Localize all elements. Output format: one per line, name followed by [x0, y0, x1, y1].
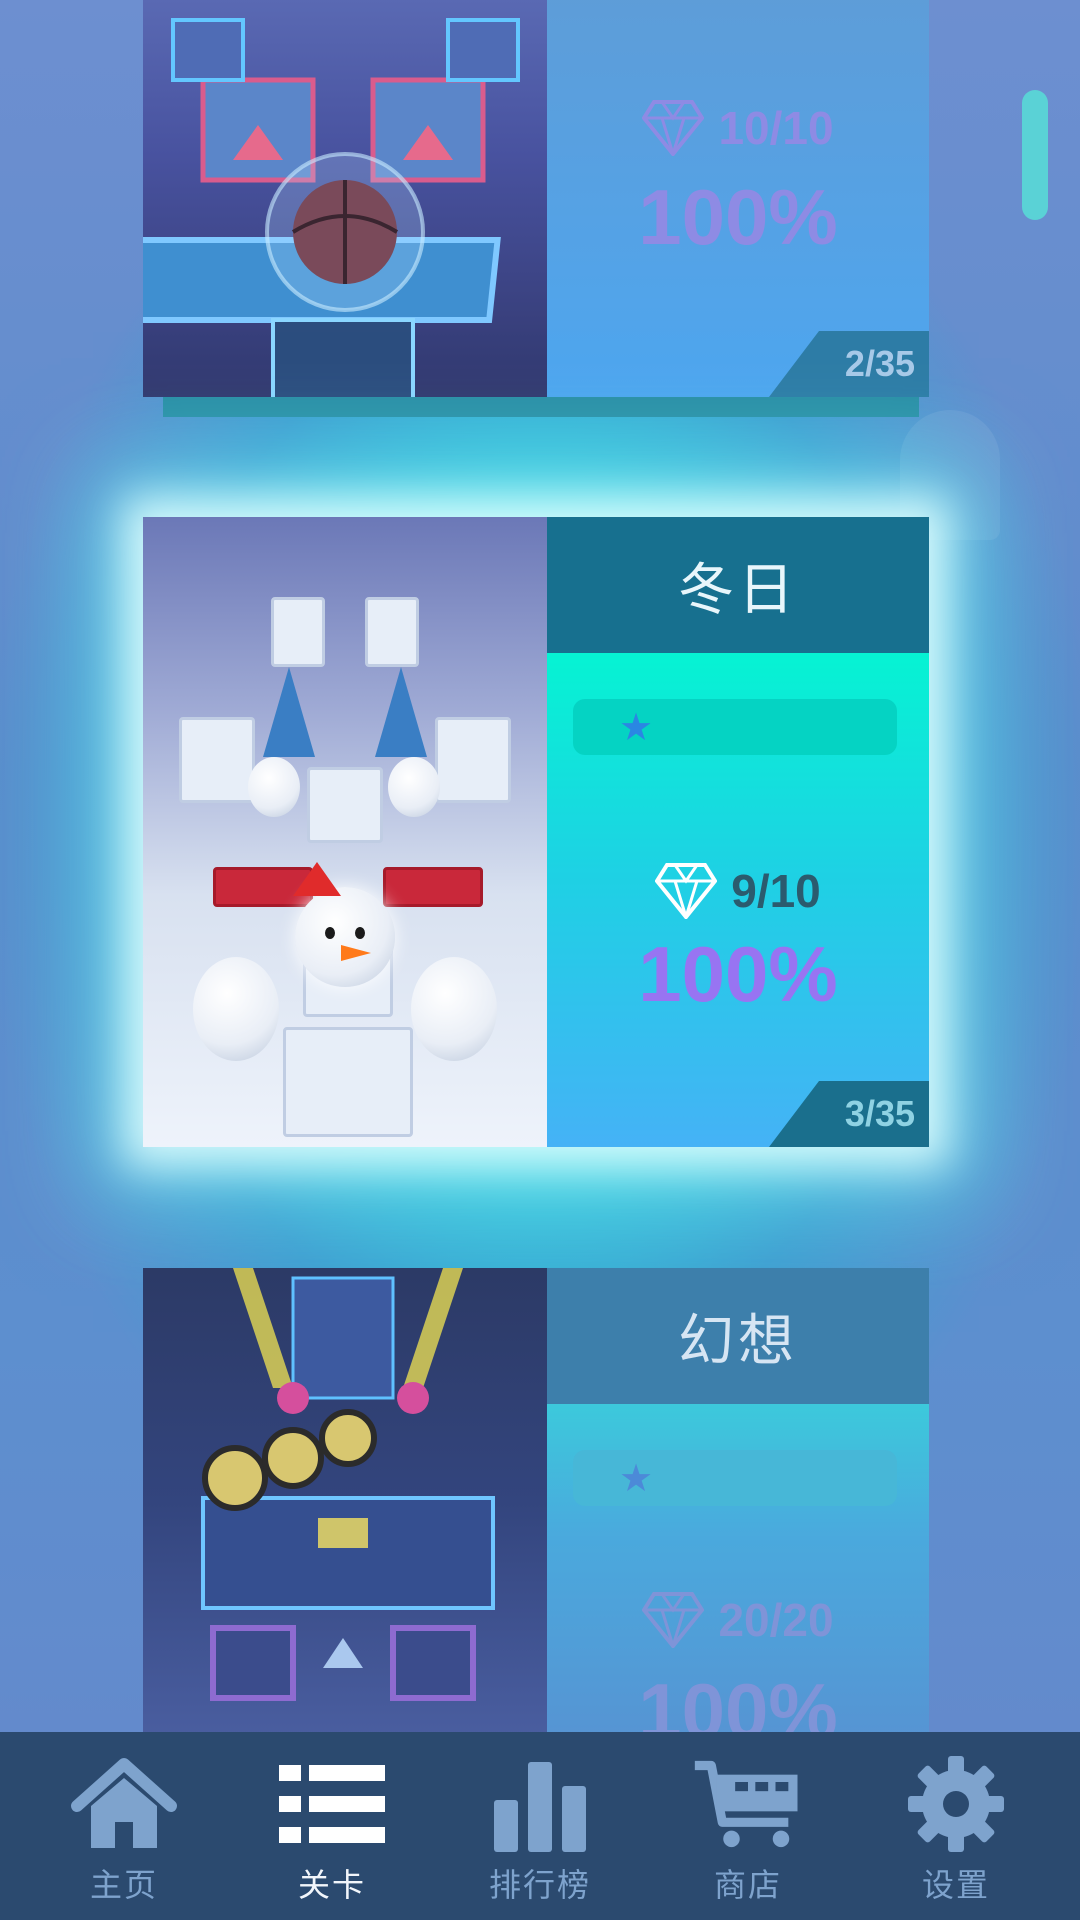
level-thumbnail: [143, 517, 547, 1147]
gem-count: 10/10: [718, 102, 834, 154]
home-icon: [69, 1754, 179, 1854]
nav-label: 商店: [713, 1866, 782, 1904]
level-number: 2/35: [769, 331, 929, 397]
carrot-nose: [341, 945, 371, 961]
snowman-icon: [193, 957, 279, 1061]
snowman-icon: [388, 757, 440, 817]
nav-item-shop[interactable]: 商店: [653, 1754, 843, 1914]
star-icon: ★: [619, 1456, 654, 1500]
card-shadow: [163, 397, 919, 417]
ice-block: [307, 767, 383, 843]
cart-icon: [693, 1754, 803, 1854]
snowman-icon: [248, 757, 300, 817]
diamond-icon: [642, 1592, 705, 1648]
scrollbar[interactable]: [1022, 90, 1048, 220]
nav-label: 关卡: [297, 1866, 366, 1904]
completion-percent: 100%: [638, 1667, 838, 1738]
nav-label: 排行榜: [488, 1866, 591, 1904]
star-progress: ★: [573, 1450, 897, 1506]
ice-block: [271, 597, 325, 667]
level-info: 冬日 ★ 9/10 100% 3/35: [547, 517, 929, 1147]
fantasy-level-art: [201, 1268, 495, 1701]
snowman-ball: [295, 887, 395, 987]
red-tile: [383, 867, 483, 907]
ice-block: [435, 717, 511, 803]
christmas-tree-icon: [375, 667, 427, 757]
level-card-fantasy[interactable]: 幻想 ★ 20/20 100%: [143, 1268, 929, 1738]
santa-hat-icon: [293, 862, 341, 896]
eye: [325, 927, 335, 939]
leaderboard-icon: [485, 1754, 595, 1854]
ice-block: [365, 597, 419, 667]
eye: [355, 927, 365, 939]
level-title: 冬日: [547, 517, 929, 653]
gem-progress: 9/10: [547, 863, 929, 919]
ice-tile: [283, 1027, 413, 1137]
level-stats: ★ 9/10 100% 3/35: [547, 653, 929, 1147]
gem-progress: 20/20: [547, 1592, 929, 1648]
star-icon: ★: [619, 705, 654, 749]
ice-block: [179, 717, 255, 803]
completion-percent: 100%: [638, 930, 838, 1018]
gem-count: 20/20: [718, 1594, 834, 1646]
star-progress: ★: [573, 699, 897, 755]
gem-progress: 10/10: [547, 100, 929, 156]
list-icon: [277, 1754, 387, 1854]
bottom-navigation: 主页 关卡 排行榜 商店 设置: [0, 1732, 1080, 1920]
diamond-icon: [642, 100, 705, 156]
christmas-tree-icon: [263, 667, 315, 757]
level-title: 幻想: [547, 1268, 929, 1404]
nav-item-leaderboard[interactable]: 排行榜: [445, 1754, 635, 1914]
level-info: 10/10 100% 2/35: [547, 0, 929, 397]
nav-item-home[interactable]: 主页: [29, 1754, 219, 1914]
completion-percent: 100%: [638, 173, 838, 261]
nav-item-settings[interactable]: 设置: [861, 1754, 1051, 1914]
nav-item-levels[interactable]: 关卡: [237, 1754, 427, 1914]
gear-icon: [901, 1754, 1011, 1854]
level-card-winter[interactable]: 冬日 ★ 9/10 100% 3/35: [143, 517, 929, 1147]
level-card-previous[interactable]: 10/10 100% 2/35: [143, 0, 929, 417]
nav-label: 设置: [921, 1866, 990, 1904]
snowman-icon: [411, 957, 497, 1061]
nav-label: 主页: [89, 1866, 158, 1904]
diamond-icon: [655, 863, 718, 919]
level-thumbnail: [143, 0, 547, 397]
level-stats: ★ 20/20 100%: [547, 1404, 929, 1738]
basketball-level-art: [143, 18, 520, 397]
gem-count: 9/10: [731, 865, 821, 917]
level-info: 幻想 ★ 20/20 100%: [547, 1268, 929, 1738]
level-number: 3/35: [769, 1081, 929, 1147]
level-thumbnail: [143, 1268, 547, 1738]
